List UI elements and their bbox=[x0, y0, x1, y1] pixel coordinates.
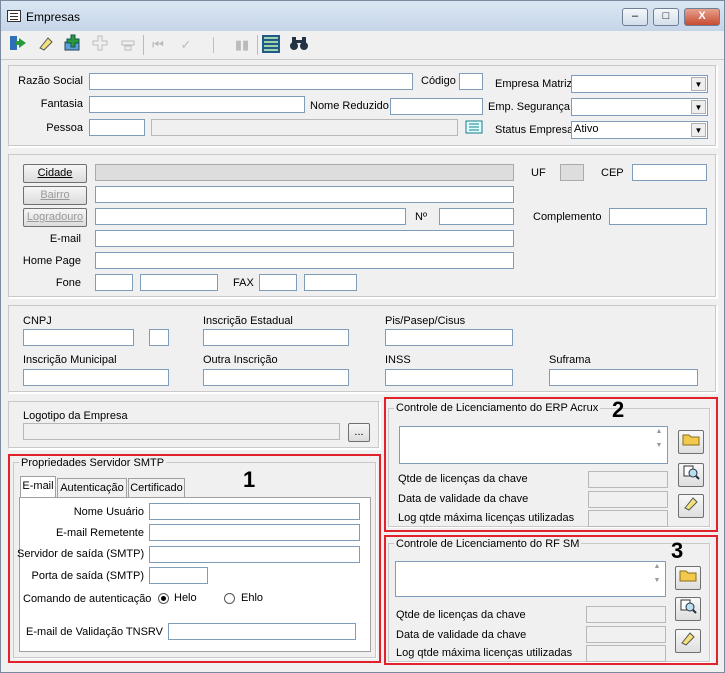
remove-disabled-icon bbox=[117, 34, 139, 56]
numero-input[interactable] bbox=[439, 208, 514, 225]
bairro-button[interactable]: Bairro bbox=[23, 186, 87, 205]
logotipo-label: Logotipo da Empresa bbox=[23, 410, 128, 422]
bairro-input[interactable] bbox=[95, 186, 514, 203]
emp-seguranca-select[interactable]: ▼ bbox=[571, 98, 708, 116]
uf-label: UF bbox=[531, 167, 546, 179]
close-button[interactable]: X bbox=[684, 8, 720, 26]
highlight-box-2 bbox=[384, 397, 718, 532]
highlight-box-3 bbox=[384, 535, 718, 665]
email-input[interactable] bbox=[95, 230, 514, 247]
fone-label: Fone bbox=[55, 277, 81, 289]
prev-disabled-icon: ✓ bbox=[180, 37, 192, 52]
add-icon[interactable] bbox=[61, 34, 83, 56]
home-page-input[interactable] bbox=[95, 252, 514, 269]
inscricao-estadual-input[interactable] bbox=[203, 329, 349, 346]
chevron-down-icon[interactable]: ▼ bbox=[691, 123, 706, 137]
status-empresa-select[interactable]: Ativo ▼ bbox=[571, 121, 708, 139]
pis-input[interactable] bbox=[385, 329, 513, 346]
window-title: Empresas bbox=[26, 10, 81, 24]
status-empresa-label: Status Empresa bbox=[495, 124, 574, 136]
codigo-input[interactable] bbox=[459, 73, 483, 90]
annotation-3: 3 bbox=[671, 538, 684, 563]
codigo-label: Código bbox=[421, 75, 456, 87]
toolbar-separator bbox=[143, 35, 144, 55]
annotation-1: 1 bbox=[243, 467, 256, 492]
razao-social-input[interactable] bbox=[89, 73, 413, 90]
cnpj-input[interactable] bbox=[23, 329, 134, 346]
form-icon bbox=[7, 10, 21, 22]
empresa-matriz-label: Empresa Matriz bbox=[495, 78, 573, 90]
maximize-button[interactable]: □ bbox=[653, 8, 679, 26]
email-label: E-mail bbox=[49, 233, 81, 245]
pessoa-label: Pessoa bbox=[46, 122, 83, 134]
cep-input[interactable] bbox=[632, 164, 707, 181]
home-page-label: Home Page bbox=[22, 255, 81, 267]
outra-inscricao-input[interactable] bbox=[203, 369, 349, 386]
cnpj-label: CNPJ bbox=[23, 315, 52, 327]
highlight-box-1 bbox=[8, 454, 381, 663]
logotipo-path-input bbox=[23, 423, 340, 440]
minimize-button[interactable]: – bbox=[622, 8, 648, 26]
outra-inscricao-label: Outra Inscrição bbox=[203, 354, 278, 366]
add-disabled-icon bbox=[89, 34, 111, 56]
inscricao-municipal-input[interactable] bbox=[23, 369, 169, 386]
next-disabled-icon: │ bbox=[209, 37, 219, 52]
logradouro-button[interactable]: Logradouro bbox=[23, 208, 87, 227]
fantasia-label: Fantasia bbox=[40, 98, 83, 110]
pessoa-name-input bbox=[151, 119, 458, 136]
inss-label: INSS bbox=[385, 354, 411, 366]
cidade-input bbox=[95, 164, 514, 181]
logradouro-input[interactable] bbox=[95, 208, 406, 225]
razao-social-label: Razão Social bbox=[18, 75, 83, 87]
fax-ddd-input[interactable] bbox=[259, 274, 297, 291]
logotipo-browse-button[interactable]: ... bbox=[348, 423, 370, 442]
inss-input[interactable] bbox=[385, 369, 513, 386]
exit-icon[interactable] bbox=[7, 34, 29, 56]
status-empresa-value: Ativo bbox=[574, 123, 599, 135]
empresa-matriz-select[interactable]: ▼ bbox=[571, 75, 708, 93]
fax-label: FAX bbox=[233, 277, 254, 289]
toolbar-separator bbox=[257, 35, 258, 55]
first-disabled-icon: ⏮ bbox=[152, 37, 164, 52]
inscricao-municipal-label: Inscrição Municipal bbox=[23, 354, 117, 366]
cnpj-dv-input[interactable] bbox=[149, 329, 169, 346]
suframa-input[interactable] bbox=[549, 369, 698, 386]
suframa-label: Suframa bbox=[549, 354, 591, 366]
fantasia-input[interactable] bbox=[89, 96, 305, 113]
binoculars-icon[interactable] bbox=[288, 34, 310, 56]
chevron-down-icon[interactable]: ▼ bbox=[691, 100, 706, 114]
empresas-window: Empresas – □ X ⏮ ✓ │ ▮▮ Razão Social Cód… bbox=[0, 0, 725, 673]
inscricao-estadual-label: Inscrição Estadual bbox=[203, 315, 293, 327]
chevron-down-icon[interactable]: ▼ bbox=[691, 77, 706, 91]
lookup-list-icon[interactable] bbox=[465, 120, 483, 138]
fax-input[interactable] bbox=[304, 274, 357, 291]
annotation-2: 2 bbox=[612, 397, 625, 422]
last-disabled-icon: ▮▮ bbox=[234, 37, 250, 52]
nome-reduzido-input[interactable] bbox=[390, 98, 483, 115]
eraser-icon[interactable] bbox=[35, 34, 57, 56]
toolbar: ⏮ ✓ │ ▮▮ bbox=[1, 32, 724, 60]
numero-label: Nº bbox=[415, 211, 427, 223]
cidade-button[interactable]: Cidade bbox=[23, 164, 87, 183]
nome-reduzido-label: Nome Reduzido bbox=[310, 100, 389, 112]
fone-input[interactable] bbox=[140, 274, 218, 291]
complemento-label: Complemento bbox=[533, 211, 602, 223]
title-bar[interactable]: Empresas – □ X bbox=[1, 1, 724, 31]
grid-icon[interactable] bbox=[260, 34, 282, 56]
complemento-input[interactable] bbox=[609, 208, 707, 225]
pessoa-input[interactable] bbox=[89, 119, 145, 136]
emp-seguranca-label: Emp. Segurança bbox=[488, 101, 570, 113]
uf-input bbox=[560, 164, 584, 181]
pis-label: Pis/Pasep/Cisus bbox=[385, 315, 466, 327]
fone-ddd-input[interactable] bbox=[95, 274, 133, 291]
cep-label: CEP bbox=[601, 167, 624, 179]
